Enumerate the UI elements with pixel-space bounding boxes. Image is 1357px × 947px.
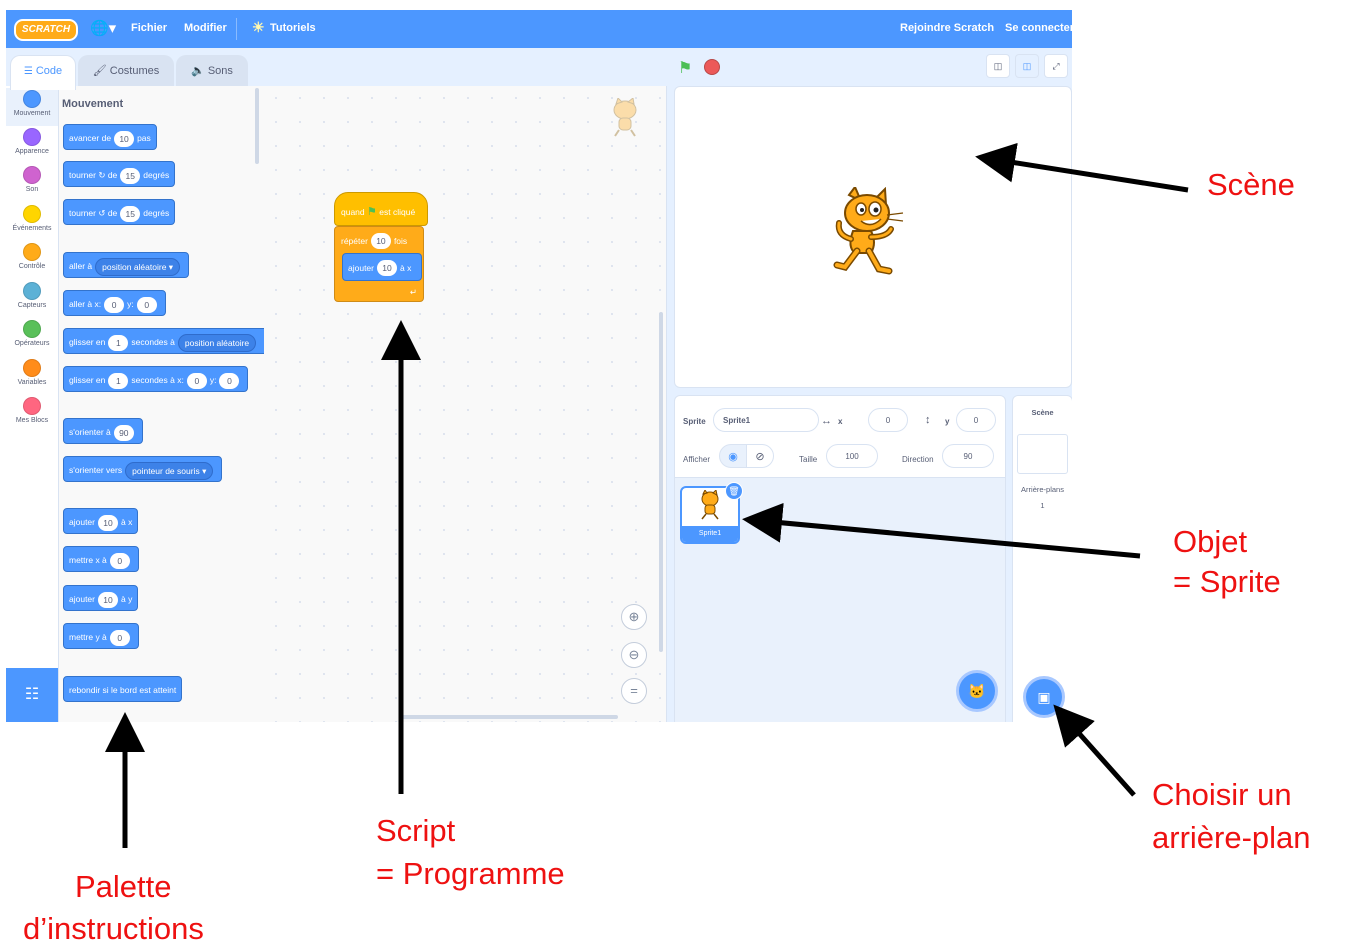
tab-code-label: Code [35,65,63,77]
annotation-backdrop-line2: arrière-plan [1152,820,1311,855]
annotation-object-line1: Objet [1173,524,1248,559]
annotation-backdrop-line1: Choisir un [1152,777,1292,812]
annotation-script-line1: Script [376,813,456,848]
annotation-palette-line2: d’instructions [23,911,204,946]
annotation-scene: Scène [1207,167,1295,202]
annotation-script-line2: = Programme [376,856,565,891]
annotation-object-line2: = Sprite [1173,564,1281,599]
tab-code[interactable]: ☰ Code [10,55,76,90]
arrow-to-scene [975,142,1189,193]
code-icon: ☰ [23,66,33,77]
annotation-palette-line1: Palette [75,869,172,904]
arrow-to-sprite [742,502,1141,559]
arrow-to-backdrop-button [1053,704,1136,797]
